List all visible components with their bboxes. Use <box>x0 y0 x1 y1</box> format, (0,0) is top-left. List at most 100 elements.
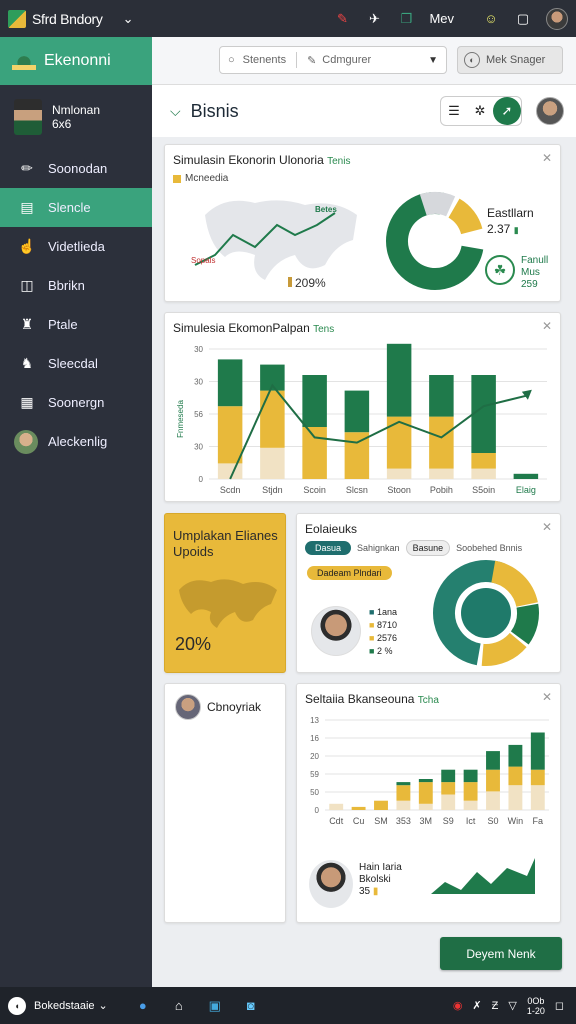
main-area: ○ Stenents ✎ Cdmgurer ▼ ◐ Mek Snager ⌵ B… <box>152 37 576 987</box>
sidebar-item-aleckenlig[interactable]: Aleckenlig <box>0 422 152 461</box>
sidebar-item-ptale[interactable]: ♜ Ptale <box>0 305 152 344</box>
card-contact: Cbnoyriak <box>164 683 286 923</box>
card-title: Simulesia EkomonPalpan Tens <box>173 321 335 335</box>
app-title: Sfrd Bndory <box>32 10 103 27</box>
sidebar-item-label: Videtlieda <box>48 239 105 254</box>
card-title: Eolaieuks <box>305 522 358 536</box>
chip-row: Dasua Sahignkan Basune Soobehed Bnnis <box>305 540 522 556</box>
card-yellow-map: Umplakan Elianes Upoids 20% <box>164 513 286 673</box>
bar-segment <box>217 406 243 464</box>
stacked-bar-chart: 0 30 56 30 30 Scdn Stjdn Scoin Slcsn Stoon Pobih S5… <box>176 343 547 495</box>
sidebar-item-videtlieda[interactable]: ☝ Videtlieda <box>0 227 152 266</box>
close-icon[interactable]: ✕ <box>542 690 552 704</box>
mountain-sparkline <box>431 858 535 894</box>
leaf-icon[interactable]: ☘ <box>485 255 515 285</box>
x-tick-label: Ict <box>466 816 476 826</box>
filter-label: Cdmgurer <box>322 54 372 66</box>
clock[interactable]: 0Ob 1-20 <box>527 996 545 1016</box>
world-map-chart: Sopals Betes 209% <box>191 200 357 290</box>
close-icon[interactable]: ✕ <box>542 520 552 534</box>
share-icon[interactable]: ➚ <box>493 97 521 125</box>
y-axis-label: Fnmeseda <box>176 400 185 438</box>
wifi-icon[interactable]: ▽ <box>508 999 516 1012</box>
bar-segment <box>486 791 500 810</box>
divider <box>296 52 298 68</box>
card-title: Seltaiia Bkanseouna Tcha <box>305 692 439 706</box>
y-tick-label: 0 <box>315 806 320 815</box>
record-icon[interactable]: ◉ <box>453 999 463 1012</box>
header-avatar[interactable] <box>536 97 564 125</box>
bar-segment <box>486 751 500 770</box>
bar-segment <box>441 794 456 810</box>
topbar-label[interactable]: Mev <box>429 11 454 26</box>
chevron-down-icon[interactable]: ⌄ <box>123 11 134 27</box>
start-label[interactable]: Bokedstaaie <box>34 1000 95 1012</box>
world-map-shape <box>179 579 277 628</box>
avatar[interactable] <box>546 7 568 30</box>
card-simulation-map: Simulasin Ekonorin Ulonoria Tenis ✕ Mcne… <box>164 144 561 302</box>
side-label: Fanull Mus 259 <box>521 255 549 290</box>
store-icon[interactable]: ▣ <box>206 997 224 1015</box>
start-icon[interactable]: ◖ <box>8 996 26 1015</box>
sidebar-item-label: Ptale <box>48 317 78 332</box>
stack-icon[interactable]: ❒ <box>397 10 415 28</box>
tool-icon[interactable]: ✎ <box>333 10 351 28</box>
bar-segment <box>513 473 539 479</box>
folder-icon[interactable]: ⌂ <box>170 997 188 1015</box>
percent-value: 20% <box>175 634 212 654</box>
x-tick-label: S5oin <box>472 485 495 495</box>
close-icon[interactable]: ✕ <box>542 151 552 165</box>
person-info: Hain Iaria Bkolski 35 ▮ <box>359 862 402 897</box>
chat-icon[interactable]: ◻ <box>555 999 564 1012</box>
chip[interactable]: Sahignkan <box>357 543 400 553</box>
sidebar-item-sleecdal[interactable]: ♞ Sleecdal <box>0 344 152 383</box>
user-profile[interactable]: Nmlonan 6x6 <box>0 85 152 149</box>
x-tick-label: Stjdn <box>262 485 283 495</box>
sidebar-item-bbrikn[interactable]: ◫ Bbrikn <box>0 266 152 305</box>
chip[interactable]: Soobehed Bnnis <box>456 543 522 553</box>
primary-action-button[interactable]: Deyem Nenk <box>440 937 562 970</box>
bag-icon[interactable]: ◙ <box>242 997 260 1015</box>
y-tick-label: 30 <box>194 378 203 387</box>
brand[interactable]: Ekenonni <box>0 37 152 85</box>
gear-icon[interactable]: ✲ <box>467 97 493 125</box>
logo-icon <box>12 52 36 70</box>
donut-chart <box>386 192 484 291</box>
orange-chip[interactable]: Dadeam Plndari <box>307 566 392 580</box>
growth-bar-chart: 0 50 59 20 16 13 Cdt Cu SM 353 3M S9 Ict S0 Win Fa <box>310 716 549 826</box>
menu-icon[interactable]: ☰ <box>441 97 467 125</box>
z-icon[interactable]: Ƶ <box>492 1000 499 1012</box>
x-tick-label: Win <box>508 816 524 826</box>
action-pill-button[interactable]: ◐ Mek Snager <box>457 46 563 74</box>
sidebar-item-slencle[interactable]: ▤ Slencle <box>0 188 152 227</box>
bar-segment <box>429 416 454 469</box>
chevron-down-icon[interactable]: ⌵ <box>170 103 181 120</box>
tools-icon[interactable]: ✗ <box>472 999 481 1012</box>
sidebar-item-soonodan[interactable]: ✏ Soonodan <box>0 149 152 188</box>
contact-avatar[interactable] <box>175 694 201 720</box>
window-icon[interactable]: ▢ <box>514 10 532 28</box>
search-input[interactable]: ○ Stenents ✎ Cdmgurer ▼ <box>219 46 447 74</box>
sidebar-item-label: Soonodan <box>48 161 108 176</box>
chevron-down-icon[interactable]: ⌄ <box>99 999 108 1012</box>
caret-down-icon[interactable]: ▼ <box>428 55 438 66</box>
chip-active[interactable]: Dasua <box>305 541 352 555</box>
stats-list: ■ 1ana ■ 8710 ■ 2576 ■ 2 % <box>369 607 397 656</box>
card-bar-chart: Simulesia EkomonPalpan Tens ✕ 0 30 56 30 30 S… <box>164 312 561 502</box>
y-tick-label: 50 <box>310 788 319 797</box>
bar-segment <box>302 375 327 427</box>
bar-segment <box>386 343 412 417</box>
bar-segment <box>260 447 285 479</box>
search-icon: ○ <box>228 54 235 66</box>
smile-icon[interactable]: ☺ <box>482 10 500 28</box>
globe-icon[interactable]: ● <box>134 997 152 1015</box>
sidebar-item-soonergn[interactable]: ▦ Soonergn <box>0 383 152 422</box>
chip[interactable]: Basune <box>405 540 451 556</box>
pin-icon[interactable]: ✈ <box>365 10 383 28</box>
world-map-icon <box>179 579 277 628</box>
bar-segment <box>374 800 388 810</box>
bar-segment <box>471 375 496 453</box>
close-icon[interactable]: ✕ <box>542 319 552 333</box>
sidebar-item-label: Soonergn <box>48 395 105 410</box>
bar-segment <box>530 785 545 810</box>
